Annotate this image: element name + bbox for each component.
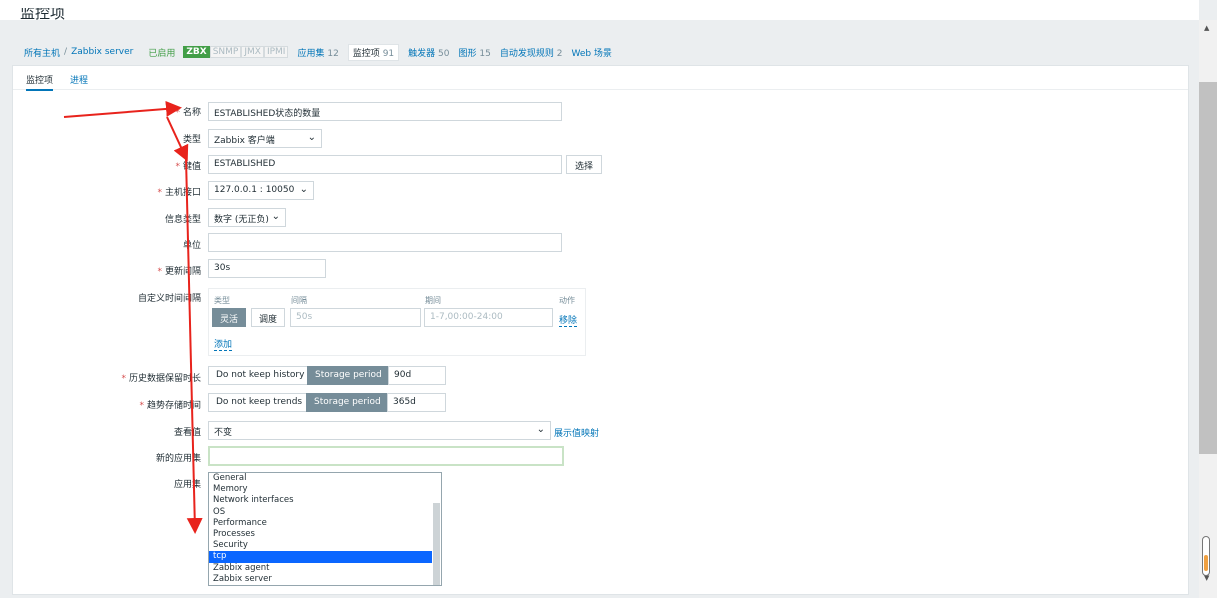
update-interval-label: * 更新间隔 [157,267,201,277]
units-field[interactable] [208,233,562,252]
host-status-enabled[interactable]: 已启用 [148,46,175,59]
custom-period-field[interactable]: 1-7,00:00-24:00 [424,308,553,327]
update-interval-field[interactable]: 30s [208,259,326,278]
key-field[interactable]: ESTABLISHED [208,155,562,174]
custom-interval-field[interactable]: 50s [290,308,421,327]
list-item[interactable]: Zabbix agent [209,563,441,574]
custom-header-interval: 间隔 [291,296,307,305]
info-type-select[interactable]: 数字 (无正负) ⌄ [208,208,286,227]
new-application-label: 新的应用集 [155,454,201,464]
drag-handle-icon[interactable] [1202,536,1210,576]
value-map-label: 查看值 [173,428,201,438]
list-item[interactable]: Security [209,540,441,551]
breadcrumb-host[interactable]: Zabbix server [71,47,133,57]
custom-type-scheduling[interactable]: 调度 [251,308,286,327]
ipmi-availability-badge: IPMI [263,46,289,58]
new-application-field[interactable] [208,446,564,466]
trends-value-field[interactable]: 365d [387,393,446,412]
host-interface-select[interactable]: 127.0.0.1 : 10050 ⌄ [208,181,314,200]
custom-remove-link[interactable]: 移除 [559,313,578,327]
scroll-up-arrow-icon[interactable]: ▲ [1204,24,1209,32]
required-marker: * [157,267,162,277]
required-marker: * [139,401,144,411]
host-nav-graphs[interactable]: 图形 15 [458,46,490,59]
snmp-availability-badge: SNMP [209,46,242,58]
list-item[interactable]: Network interfaces [209,495,441,506]
custom-header-action: 动作 [559,296,575,305]
history-label: * 历史数据保留时长 [121,374,201,384]
history-value-field[interactable]: 90d [388,366,446,385]
name-label: * 名称 [175,108,201,118]
host-interface-label: * 主机接口 [157,188,201,198]
host-nav-applications[interactable]: 应用集 12 [297,46,338,59]
history-do-not-keep[interactable]: Do not keep history [208,366,313,385]
tab-process[interactable]: 进程 [70,73,88,86]
applications-label: 应用集 [173,480,201,490]
name-field[interactable]: ESTABLISHED状态的数量 [208,102,562,121]
scrollbar-thumb[interactable] [1199,82,1217,454]
listbox-scrollbar[interactable] [433,503,440,585]
custom-intervals-label: 自定义时间间隔 [137,294,201,304]
list-item[interactable]: Processes [209,529,441,540]
zbx-availability-badge: ZBX [183,46,210,58]
breadcrumb-all-hosts[interactable]: 所有主机 [24,46,60,59]
value-map-select[interactable]: 不变 ⌄ [208,421,551,440]
host-nav-items[interactable]: 监控项 91 [347,43,400,61]
list-item[interactable]: Memory [209,484,441,495]
custom-header-period: 期间 [425,296,441,305]
chevron-down-icon: ⌄ [307,132,316,143]
chevron-down-icon: ⌄ [271,211,280,222]
trends-do-not-keep[interactable]: Do not keep trends [208,393,311,412]
list-item[interactable]: OS [209,507,441,518]
jmx-availability-badge: JMX [241,46,264,58]
custom-add-link[interactable]: 添加 [214,337,233,351]
host-nav-discovery[interactable]: 自动发现规则 2 [500,46,563,59]
required-marker: * [175,108,180,118]
custom-intervals-table: 类型 间隔 期间 动作 灵活 调度 50s 1-7,00:00-24:00 移除… [208,288,586,356]
chevron-down-icon: ⌄ [299,184,308,195]
key-label: * 键值 [175,162,201,172]
custom-type-flexible[interactable]: 灵活 [212,308,247,327]
applications-listbox[interactable]: General Memory Network interfaces OS Per… [208,472,442,586]
page-title: 监控项 [20,8,66,20]
custom-header-type: 类型 [214,296,230,305]
host-nav-web[interactable]: Web 场景 [571,46,611,59]
host-breadcrumb: 所有主机 / Zabbix server 已启用 ZBX SNMP JMX IP… [24,43,612,61]
page-scrollbar[interactable]: ▲ ▼ [1199,20,1217,598]
show-value-mappings-link[interactable]: 展示值映射 [554,426,599,439]
list-item[interactable]: Performance [209,518,441,529]
type-label: 类型 [182,135,201,145]
required-marker: * [157,188,162,198]
list-item[interactable]: Zabbix server [209,574,441,585]
breadcrumb-separator: / [64,47,68,57]
key-select-button[interactable]: 选择 [566,155,603,174]
type-select[interactable]: Zabbix 客户端 ⌄ [208,129,322,148]
units-label: 单位 [182,241,201,251]
list-item[interactable]: General [209,473,441,484]
trends-label: * 趋势存储时间 [139,401,201,411]
chevron-down-icon: ⌄ [536,424,545,435]
host-nav-triggers[interactable]: 触发器 50 [408,46,449,59]
tab-items[interactable]: 监控项 [26,73,54,91]
history-storage-period[interactable]: Storage period [307,366,390,385]
list-item-selected[interactable]: tcp [209,551,432,563]
info-type-label: 信息类型 [164,215,201,225]
top-header-bar: 监控项 [0,0,1199,20]
trends-storage-period[interactable]: Storage period [306,393,389,412]
form-tabs: 监控项 进程 [13,66,1188,91]
required-marker: * [121,374,126,384]
required-marker: * [175,162,180,172]
